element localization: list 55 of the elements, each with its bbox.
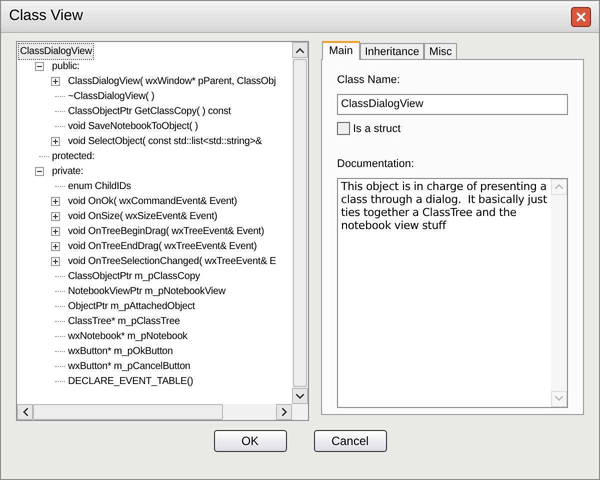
tree-item[interactable]: private: [51, 164, 84, 179]
window-title: Class View [9, 6, 83, 26]
scroll-down-icon[interactable] [292, 388, 308, 404]
tree-item[interactable]: void OnTreeSelectionChanged( wxTreeEvent& E [67, 254, 277, 269]
scroll-left-icon[interactable] [17, 404, 33, 420]
class-name-field[interactable]: ClassDialogView [337, 94, 568, 114]
documentation-field[interactable]: This object is in charge of presenting a class through a dialog. It basically just ties together a ClassTree and the notebook view stuff [337, 178, 568, 408]
tree-item[interactable]: void SelectObject( const std::list<std::string>& [67, 134, 263, 149]
close-button[interactable] [571, 6, 591, 26]
plus-icon[interactable] [51, 257, 60, 266]
plus-icon[interactable] [51, 212, 60, 221]
scroll-up-icon[interactable] [292, 42, 308, 58]
tree-item[interactable]: ClassObjectPtr GetClassCopy( ) const [67, 104, 232, 119]
tree-item[interactable]: ~ClassDialogView( ) [67, 89, 156, 104]
tree-item[interactable]: ClassDialogView [19, 44, 93, 59]
tab[interactable]: Main [322, 41, 360, 60]
tree-item[interactable]: void OnTreeEndDrag( wxTreeEvent& Event) [67, 239, 258, 254]
checkbox-label: Is a struct [353, 122, 401, 136]
tree-item[interactable]: wxNotebook* m_pNotebook [67, 329, 188, 344]
tree-item[interactable]: DECLARE_EVENT_TABLE() [67, 374, 194, 389]
field-label: Documentation: [337, 157, 416, 172]
close-icon [576, 12, 586, 22]
dialog-button[interactable]: Cancel [314, 430, 386, 452]
tree-item[interactable]: ClassObjectPtr m_pClassCopy [67, 269, 201, 284]
checkbox[interactable] [337, 122, 350, 136]
tree-item[interactable]: void OnOk( wxCommandEvent& Event) [67, 194, 238, 209]
tree-item[interactable]: wxButton* m_pCancelButton [67, 359, 192, 374]
plus-icon[interactable] [51, 227, 60, 236]
scroll-thumb[interactable] [33, 404, 223, 420]
scroll-thumb[interactable] [293, 59, 307, 387]
scroll-right-icon[interactable] [276, 404, 292, 420]
tree-item[interactable]: ObjectPtr m_pAttachedObject [67, 299, 196, 314]
horizontal-scrollbar[interactable] [17, 404, 308, 420]
tree-item[interactable]: ClassDialogView( wxWindow* pParent, ClassObj [67, 74, 277, 89]
tree-item[interactable]: ClassTree* m_pClassTree [67, 314, 181, 329]
plus-icon[interactable] [51, 77, 60, 86]
plus-icon[interactable] [51, 242, 60, 251]
dialog-button[interactable]: OK [214, 430, 286, 452]
tab[interactable]: Misc [424, 43, 457, 59]
tree-item[interactable]: protected: [51, 149, 96, 164]
minus-icon[interactable] [35, 62, 44, 71]
tree-item[interactable]: wxButton* m_pOkButton [67, 344, 174, 359]
tree-item[interactable]: enum ChildIDs [67, 179, 132, 194]
tree-item[interactable]: void SaveNotebookToObject( ) [67, 119, 200, 134]
tab[interactable]: Inheritance [360, 43, 424, 59]
plus-icon[interactable] [51, 197, 60, 206]
vertical-scrollbar[interactable] [292, 42, 308, 404]
field-label: Class Name: [337, 73, 401, 88]
plus-icon[interactable] [51, 137, 60, 146]
tree-item[interactable]: void OnSize( wxSizeEvent& Event) [67, 209, 218, 224]
tree-item[interactable]: public: [51, 59, 81, 74]
tree-item[interactable]: NotebookViewPtr m_pNotebookView [67, 284, 226, 299]
tree-item[interactable]: void OnTreeBeginDrag( wxTreeEvent& Event) [67, 224, 266, 239]
documentation-text: This object is in charge of presenting a class through a dialog. It basically just ties together a ClassTree and the notebook view stuff [341, 180, 548, 232]
minus-icon[interactable] [35, 167, 44, 176]
